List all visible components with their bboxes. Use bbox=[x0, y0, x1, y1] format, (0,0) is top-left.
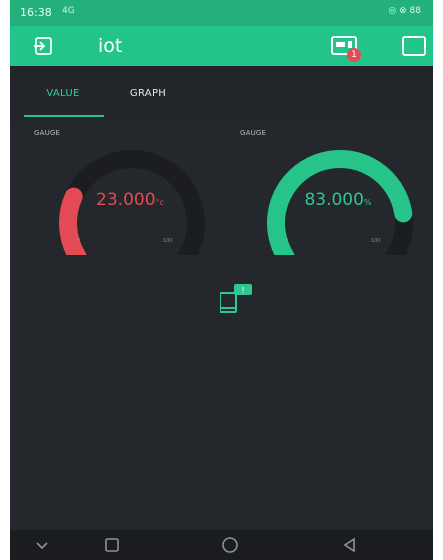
tab-value[interactable]: VALUE bbox=[32, 88, 94, 99]
square-icon[interactable] bbox=[402, 36, 426, 56]
nav-circle-icon[interactable] bbox=[220, 535, 240, 555]
nav-back-icon[interactable] bbox=[32, 535, 52, 555]
app-bar: iot 1 bbox=[10, 26, 433, 66]
tab-graph[interactable]: GRAPH bbox=[118, 88, 178, 99]
temperature-min: 0 bbox=[77, 238, 81, 244]
gauge-label-temperature: GAUGE bbox=[34, 129, 61, 137]
gauge-label-humidity: GAUGE bbox=[240, 129, 267, 137]
status-icons: ◎ ⊗ 88 bbox=[388, 6, 421, 16]
status-bar: 16:38 4G ◎ ⊗ 88 bbox=[10, 0, 433, 26]
humidity-value: 83.000% bbox=[278, 190, 398, 210]
device-notification-icon[interactable]: ! bbox=[220, 284, 260, 314]
temperature-value: 23.000°c bbox=[70, 190, 190, 210]
active-tab-indicator bbox=[24, 115, 104, 117]
status-time: 16:38 bbox=[20, 6, 52, 19]
system-nav-bar bbox=[10, 530, 433, 560]
humidity-max: 100 bbox=[371, 238, 381, 244]
back-icon[interactable] bbox=[32, 35, 54, 57]
tab-bar: VALUE GRAPH bbox=[10, 66, 433, 122]
phone-screen: 16:38 4G ◎ ⊗ 88 iot 1 VALUE GRAPH GAUGE … bbox=[10, 0, 433, 560]
humidity-number: 83.000 bbox=[304, 190, 364, 210]
temperature-number: 23.000 bbox=[96, 190, 156, 210]
nav-recents-icon[interactable] bbox=[340, 535, 360, 555]
humidity-min: 0 bbox=[285, 238, 289, 244]
app-title: iot bbox=[98, 35, 123, 57]
humidity-unit: % bbox=[363, 198, 372, 207]
nav-home-icon[interactable] bbox=[102, 535, 122, 555]
notification-badge: 1 bbox=[347, 48, 361, 62]
signal-indicator: 4G bbox=[62, 6, 75, 16]
temperature-max: 100 bbox=[163, 238, 173, 244]
temperature-unit: °c bbox=[155, 198, 164, 207]
svg-text:!: ! bbox=[241, 286, 244, 295]
